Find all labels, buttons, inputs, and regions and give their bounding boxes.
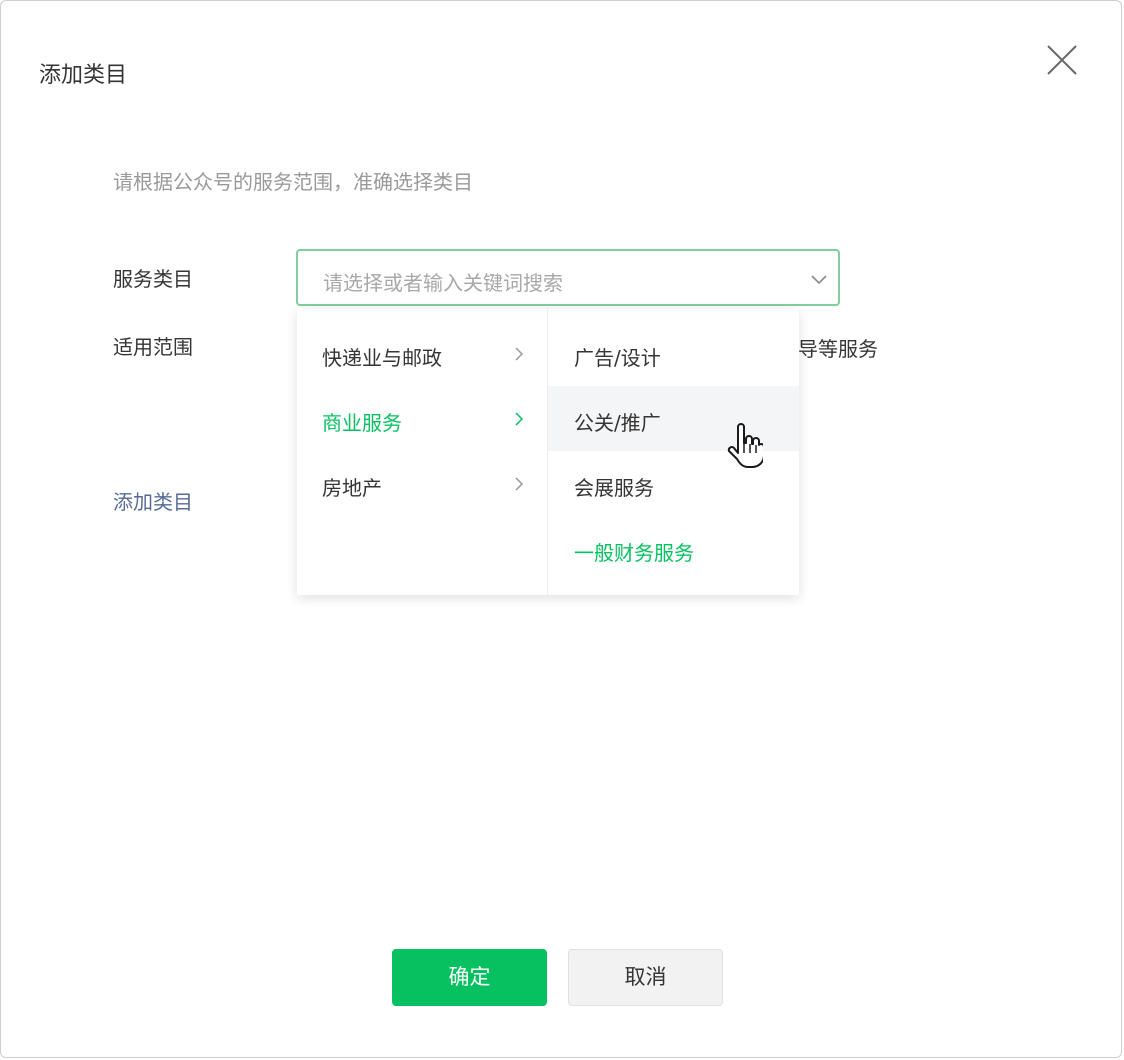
- cascader-item-real-estate[interactable]: 房地产: [297, 451, 547, 516]
- cancel-button[interactable]: 取消: [568, 949, 723, 1006]
- chevron-right-icon: [515, 347, 524, 361]
- cascader-subitem-finance[interactable]: 一般财务服务: [548, 516, 799, 581]
- cascader-subitem-label: 一般财务服务: [574, 541, 694, 565]
- chevron-right-icon: [515, 477, 524, 491]
- cascader-level1: 快递业与邮政 商业服务 房地产: [297, 309, 548, 595]
- scope-value: 导等服务: [798, 337, 878, 361]
- add-category-dialog: 添加类目 请根据公众号的服务范围，准确选择类目 服务类目 请选择或者输入关键词搜…: [0, 0, 1122, 1058]
- dialog-hint: 请根据公众号的服务范围，准确选择类目: [113, 170, 473, 194]
- service-category-label: 服务类目: [113, 267, 193, 291]
- close-icon[interactable]: [1045, 43, 1079, 77]
- cascader-item-express[interactable]: 快递业与邮政: [297, 321, 547, 386]
- category-select[interactable]: 请选择或者输入关键词搜索: [296, 249, 840, 306]
- chevron-down-icon: [811, 275, 827, 285]
- cascader-item-label: 商业服务: [322, 411, 402, 435]
- cascader-subitem-advertising[interactable]: 广告/设计: [548, 321, 799, 386]
- confirm-button[interactable]: 确定: [392, 949, 547, 1006]
- select-placeholder: 请选择或者输入关键词搜索: [323, 271, 563, 295]
- hand-pointer-icon: [727, 423, 763, 468]
- dialog-title: 添加类目: [39, 63, 128, 88]
- cascader-subitem-label: 公关/推广: [574, 411, 661, 435]
- chevron-right-icon: [515, 412, 524, 426]
- cascader-item-business[interactable]: 商业服务: [297, 386, 547, 451]
- cascader-subitem-label: 广告/设计: [574, 346, 661, 370]
- cascader-subitem-label: 会展服务: [574, 476, 654, 500]
- add-category-link[interactable]: 添加类目: [113, 486, 193, 515]
- cascader-item-label: 快递业与邮政: [322, 346, 442, 370]
- scope-label: 适用范围: [113, 335, 193, 359]
- category-cascader: 快递业与邮政 商业服务 房地产 广告/设计 公关/推广 会展服务 一般财务服务: [297, 309, 799, 595]
- cascader-item-label: 房地产: [322, 476, 382, 500]
